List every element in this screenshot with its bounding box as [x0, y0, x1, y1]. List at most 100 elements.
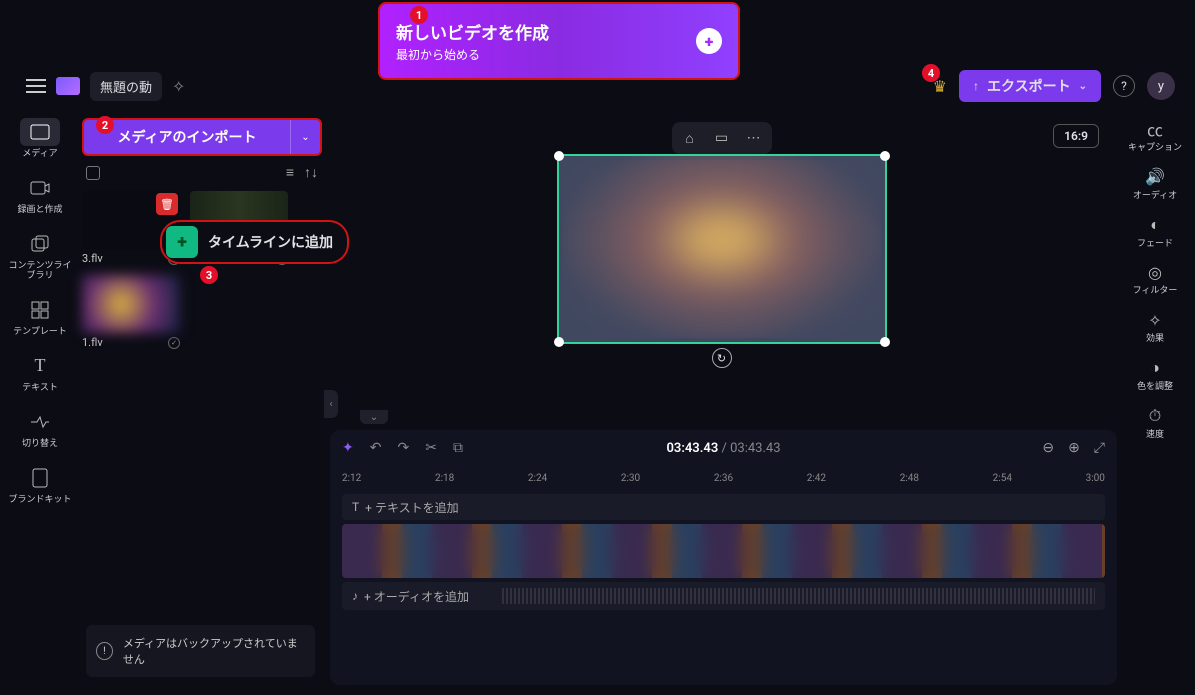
ruler-mark: 2:36 [714, 473, 733, 484]
sidebar-item-library[interactable]: コンテンツライブラリ [8, 230, 72, 283]
export-button[interactable]: ↑ エクスポート ⌄ [959, 70, 1101, 102]
total-time: 03:43.43 [730, 441, 780, 456]
media-filename: 1.flv [82, 336, 103, 349]
ruler-mark: 2:24 [528, 473, 547, 484]
timeline: ✦ ↶ ↷ ✂ ⧉ 03:43.43 / 03:43.43 ⊖ ⊕ ⤢ 2:12… [330, 430, 1117, 685]
import-dropdown[interactable]: ⌄ [290, 120, 320, 154]
notice-text: メディアはバックアップされていません [123, 635, 305, 667]
delete-icon[interactable]: 🗑 [156, 193, 178, 215]
cut-icon[interactable]: ✂ [425, 440, 437, 456]
aspect-ratio-button[interactable]: 16:9 [1053, 124, 1099, 148]
text-track[interactable]: T+ テキストを追加 [342, 494, 1105, 520]
filter-icon: ◎ [1148, 261, 1162, 283]
app-logo [56, 77, 80, 95]
user-avatar[interactable]: y [1147, 72, 1175, 100]
hamburger-icon[interactable] [26, 79, 46, 93]
ruler-mark: 2:18 [435, 473, 454, 484]
more-icon[interactable]: ⋯ [740, 126, 768, 150]
select-all-checkbox[interactable] [86, 166, 100, 180]
timeline-ruler[interactable]: 2:12 2:18 2:24 2:30 2:36 2:42 2:48 2:54 … [330, 466, 1117, 490]
import-label: メディアのインポート [84, 127, 290, 147]
effects-icon: ✧ [1148, 309, 1161, 331]
ai-icon[interactable]: ✦ [342, 440, 354, 456]
copy-icon[interactable]: ⧉ [453, 440, 463, 456]
right-item-captions[interactable]: ㏄キャプション [1128, 118, 1182, 154]
audio-track[interactable]: ♪+ オーディオを追加 [342, 582, 1105, 610]
zoom-in-icon[interactable]: ⊕ [1068, 440, 1080, 456]
upload-icon: ↑ [973, 79, 979, 93]
preview-area: ⌂ ▭ ⋯ 16:9 ↻ ✦ ⏮ ↺ ▶ ↻ ⏭ ⛶ [344, 108, 1099, 408]
collapse-panel-handle[interactable]: ‹ [324, 390, 338, 418]
media-filename: 3.flv [82, 252, 103, 265]
right-item-color[interactable]: ◑ 色を調整 [1137, 357, 1173, 393]
sidebar-label: 切り替え [22, 439, 58, 450]
chevron-down-icon: ⌄ [1079, 81, 1087, 92]
sidebar-item-record[interactable]: 録画と作成 [17, 174, 62, 216]
video-track[interactable] [342, 524, 1105, 578]
media-thumb[interactable]: 1.flv ✓ [82, 275, 180, 349]
right-sidebar: ㏄キャプション 🔊オーディオ ◐ フェード ◎フィルター ✧効果 ◑ 色を調整 ⏱速… [1121, 118, 1189, 441]
plus-icon: + [696, 28, 722, 54]
resize-handle[interactable] [554, 151, 564, 161]
track-label: + テキストを追加 [365, 499, 458, 516]
add-to-timeline-tooltip[interactable]: + タイムラインに追加 [160, 220, 349, 264]
audio-icon: 🔊 [1145, 166, 1165, 188]
zoom-out-icon[interactable]: ⊖ [1042, 440, 1054, 456]
collapse-timeline-handle[interactable]: ⌄ [360, 410, 388, 424]
help-icon[interactable]: ? [1113, 75, 1135, 97]
app-header: 無題の動 ✧ ♛ ↑ エクスポート ⌄ ? y [26, 66, 1175, 106]
fit-timeline-icon[interactable]: ⤢ [1094, 440, 1105, 456]
right-item-effects[interactable]: ✧効果 [1146, 309, 1164, 345]
ruler-mark: 2:12 [342, 473, 361, 484]
fade-icon: ◐ [1150, 214, 1160, 236]
ruler-mark: 2:48 [900, 473, 919, 484]
sidebar-label: 録画と作成 [17, 205, 62, 216]
captions-icon: ㏄ [1147, 118, 1163, 140]
resize-handle[interactable] [880, 337, 890, 347]
callout-badge-2: 2 [96, 116, 114, 134]
preview-frame[interactable]: ↻ [557, 154, 887, 344]
left-sidebar: メディア 録画と作成 コンテンツライブラリ テンプレート Tテキスト 切り替え … [8, 118, 72, 505]
ruler-mark: 3:00 [1086, 473, 1105, 484]
redo-icon[interactable]: ↷ [397, 440, 409, 456]
resize-handle[interactable] [554, 337, 564, 347]
sidebar-item-templates[interactable]: テンプレート [13, 296, 67, 338]
export-label: エクスポート [987, 76, 1071, 96]
callout-badge-3: 3 [200, 266, 218, 284]
right-item-fade[interactable]: ◐ フェード [1137, 214, 1173, 250]
right-item-speed[interactable]: ⏱速度 [1146, 405, 1164, 441]
right-label: 速度 [1146, 430, 1164, 441]
right-label: キャプション [1128, 143, 1182, 154]
sidebar-item-media[interactable]: メディア [20, 118, 60, 160]
callout-badge-1: 1 [410, 6, 428, 24]
filter-icon[interactable]: ≡ [286, 164, 294, 181]
right-item-audio[interactable]: 🔊オーディオ [1133, 166, 1177, 202]
visibility-off-icon[interactable]: ✧ [172, 77, 185, 96]
color-icon: ◑ [1150, 357, 1160, 379]
import-media-button[interactable]: メディアのインポート ⌄ [82, 118, 322, 156]
info-icon: ! [96, 642, 113, 660]
resize-handle[interactable] [880, 151, 890, 161]
callout-badge-4: 4 [922, 64, 940, 82]
check-icon: ✓ [168, 337, 180, 349]
right-item-filter[interactable]: ◎フィルター [1133, 261, 1178, 297]
sidebar-label: テキスト [22, 383, 58, 394]
sidebar-item-text[interactable]: Tテキスト [20, 352, 60, 394]
canvas-toolbar: ⌂ ▭ ⋯ [672, 122, 772, 154]
crop-icon[interactable]: ⌂ [676, 126, 704, 150]
right-label: フェード [1137, 239, 1173, 250]
fit-icon[interactable]: ▭ [708, 126, 736, 150]
plus-icon: + [166, 226, 198, 258]
right-label: 色を調整 [1137, 382, 1173, 393]
project-title[interactable]: 無題の動 [90, 72, 162, 101]
timeline-time: 03:43.43 / 03:43.43 [666, 441, 780, 456]
sidebar-label: ブランドキット [8, 495, 71, 506]
sidebar-label: メディア [22, 149, 57, 160]
sidebar-item-brand[interactable]: ブランドキット [8, 464, 71, 506]
backup-notice: ! メディアはバックアップされていません [86, 625, 315, 677]
rotate-handle[interactable]: ↻ [712, 348, 732, 368]
sidebar-item-transitions[interactable]: 切り替え [20, 408, 60, 450]
sort-icon[interactable]: ↑↓ [304, 164, 318, 181]
track-label: + オーディオを追加 [364, 588, 469, 605]
undo-icon[interactable]: ↶ [370, 440, 382, 456]
